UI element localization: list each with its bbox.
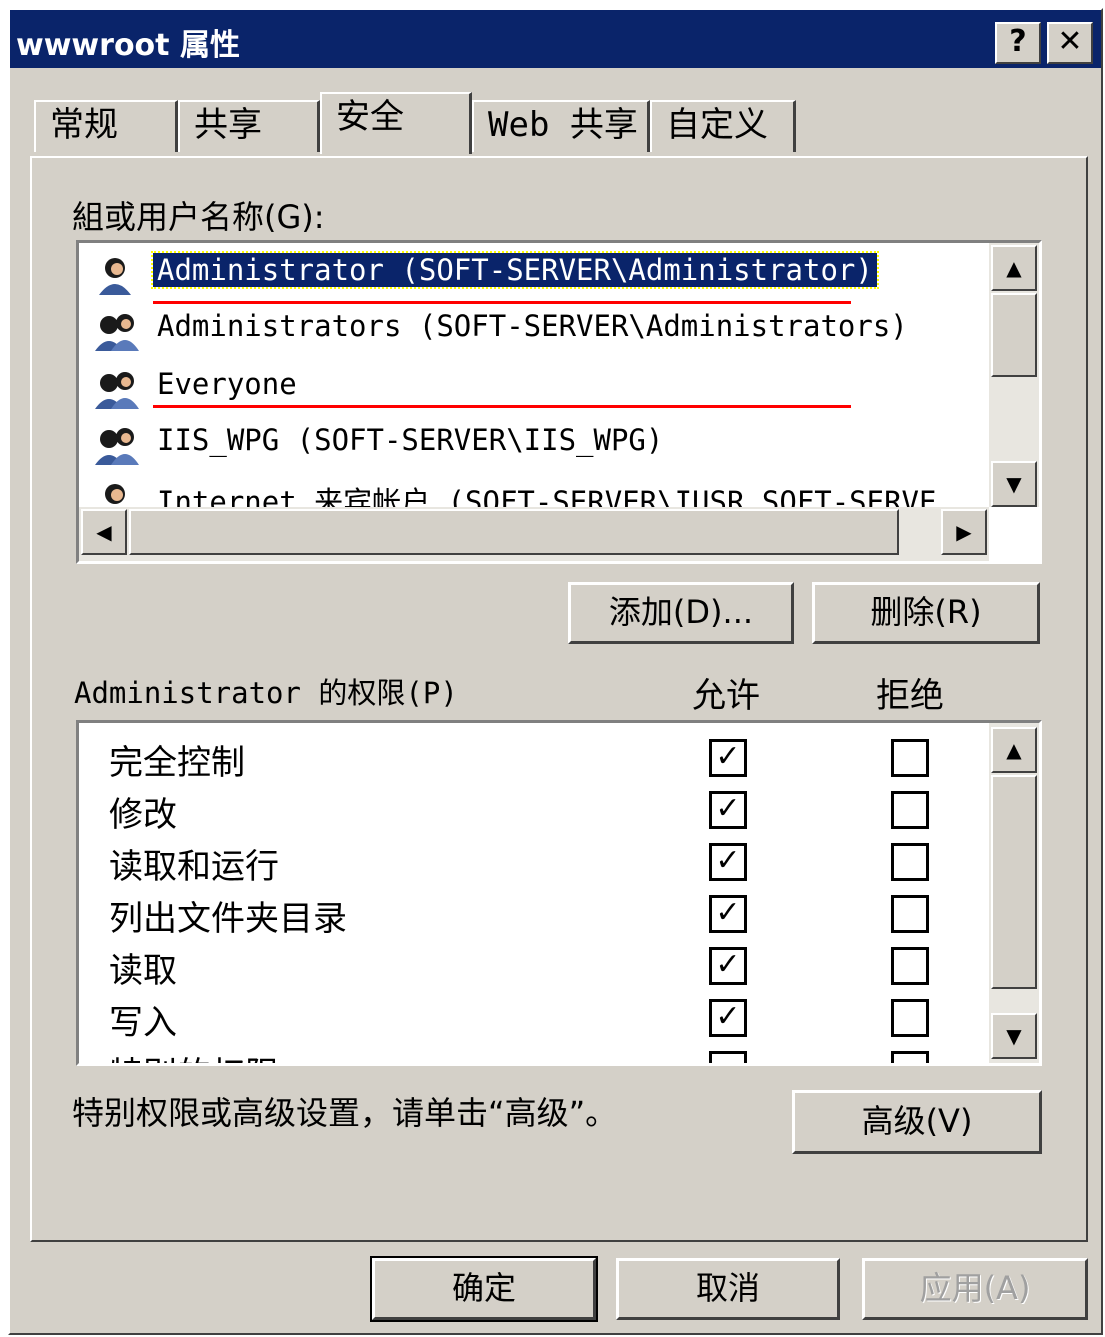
add-button[interactable]: 添加(D)... [568,582,794,644]
scroll-thumb-horizontal[interactable] [129,509,899,555]
apply-button[interactable]: 应用(A) [862,1258,1088,1320]
deny-checkbox[interactable] [891,999,929,1037]
allow-checkbox[interactable] [709,1051,747,1063]
tab-label: 自定义 [666,105,768,145]
scroll-thumb[interactable] [991,775,1037,989]
cancel-button[interactable]: 取消 [616,1258,840,1320]
ok-button[interactable]: 确定 [370,1256,598,1322]
allow-checkbox[interactable]: ✓ [709,947,747,985]
security-panel: 組或用户名称(G): Administrator (SOFT-SERVER\Ad… [30,156,1088,1242]
tab-security[interactable]: 安全 [320,92,472,154]
properties-dialog: wwwroot 属性 ? ✕ 常规 共享 安全 Web 共享 自定义 組或用户名… [8,8,1103,1335]
deny-checkbox[interactable] [891,895,929,933]
allow-checkbox[interactable]: ✓ [709,999,747,1037]
tab-custom[interactable]: 自定义 [650,100,796,152]
permission-row: 列出文件夹目录 ✓ [109,885,989,939]
tab-sharing[interactable]: 共享 [178,100,320,152]
title-bar[interactable]: wwwroot 属性 ? ✕ [10,10,1101,68]
user-name: Administrators (SOFT-SERVER\Administrato… [157,309,908,343]
permission-row: 读取和运行 ✓ [109,833,989,887]
tab-general[interactable]: 常规 [34,100,178,152]
tab-label: 常规 [50,105,118,145]
scroll-thumb[interactable] [991,293,1037,377]
permission-row: 读取 ✓ [109,937,989,991]
tab-web-sharing[interactable]: Web 共享 [472,100,650,152]
scroll-right-icon[interactable]: ▶ [941,509,987,555]
help-button[interactable]: ? [995,22,1041,64]
scroll-up-icon[interactable]: ▲ [991,727,1037,773]
permission-name: 读取 [109,951,177,991]
permission-name: 列出文件夹目录 [109,899,347,939]
deny-checkbox[interactable] [891,947,929,985]
group-users-icon [95,425,139,465]
allow-header: 允许 [692,676,760,716]
allow-checkbox[interactable]: ✓ [709,895,747,933]
list-item-administrator[interactable]: Administrator (SOFT-SERVER\Administrator… [95,249,975,301]
advanced-button[interactable]: 高级(V) [792,1090,1042,1154]
scroll-up-icon[interactable]: ▲ [991,245,1037,291]
deny-header: 拒绝 [876,676,944,716]
group-users-icon [95,369,139,409]
tab-label: 安全 [336,97,404,137]
tab-label: 共享 [194,105,262,145]
users-listbox[interactable]: Administrator (SOFT-SERVER\Administrator… [76,240,1042,564]
allow-checkbox[interactable]: ✓ [709,843,747,881]
deny-checkbox[interactable] [891,739,929,777]
annotation-underline [153,405,851,408]
list-item-iis-wpg[interactable]: IIS_WPG (SOFT-SERVER\IIS_WPG) [95,419,975,471]
tab-label: Web 共享 [488,105,638,145]
scroll-down-icon[interactable]: ▼ [991,1013,1037,1059]
allow-checkbox[interactable]: ✓ [709,739,747,777]
permission-name: 特别的权限 [109,1047,279,1063]
window-title: wwwroot 属性 [16,28,240,63]
permissions-listbox[interactable]: 完全控制 ✓ 修改 ✓ 读取和运行 ✓ 列出文件夹目录 ✓ 读取 ✓ 写入 ✓ … [76,720,1042,1066]
annotation-underline [153,301,851,304]
permission-name: 写入 [109,1003,177,1043]
permission-row: 修改 ✓ [109,781,989,835]
advanced-hint: 特别权限或高级设置，请单击“高级”。 [72,1094,618,1132]
scroll-left-icon[interactable]: ◀ [81,509,127,555]
deny-checkbox[interactable] [891,791,929,829]
remove-button[interactable]: 删除(R) [812,582,1040,644]
permission-name: 完全控制 [109,743,245,783]
deny-checkbox[interactable] [891,843,929,881]
list-item-administrators[interactable]: Administrators (SOFT-SERVER\Administrato… [95,305,975,357]
permissions-label: Administrator 的权限(P) [74,676,458,710]
permission-row: 特别的权限 [109,1041,989,1063]
deny-checkbox[interactable] [891,1051,929,1063]
allow-checkbox[interactable]: ✓ [709,791,747,829]
users-label: 組或用户名称(G): [72,198,325,236]
permission-row: 完全控制 ✓ [109,729,989,783]
single-user-icon [95,255,135,295]
scroll-down-icon[interactable]: ▼ [991,461,1037,507]
user-name: Administrator (SOFT-SERVER\Administrator… [151,251,879,289]
permission-name: 读取和运行 [109,847,279,887]
group-users-icon [95,311,139,351]
permission-name: 修改 [109,795,177,835]
user-name: Everyone [157,367,297,401]
permission-row: 写入 ✓ [109,989,989,1043]
user-name: IIS_WPG (SOFT-SERVER\IIS_WPG) [157,423,664,457]
close-button[interactable]: ✕ [1047,22,1093,64]
